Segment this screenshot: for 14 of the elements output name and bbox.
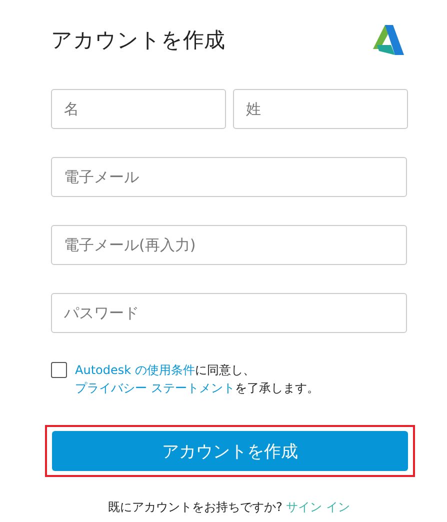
page-title: アカウントを作成 bbox=[51, 27, 225, 54]
footer-text: 既にアカウントをお持ちですか? bbox=[108, 500, 282, 514]
name-field[interactable]: 名 bbox=[51, 89, 226, 129]
input-field[interactable]: 電子メール bbox=[51, 157, 407, 197]
input-field[interactable]: パスワード bbox=[51, 293, 407, 333]
input-field[interactable]: 電子メール(再入力) bbox=[51, 225, 407, 265]
consent-text: Autodesk の使用条件に同意し、 プライバシー ステートメント を了承します。 bbox=[75, 362, 320, 397]
sign-in-link[interactable]: サイン イン bbox=[286, 500, 350, 514]
checkbox[interactable] bbox=[51, 362, 67, 378]
name-field[interactable]: 姓 bbox=[233, 89, 408, 129]
terms-link[interactable]: プライバシー ステートメント bbox=[75, 381, 235, 395]
create-account-button[interactable]: アカウントを作成 bbox=[52, 431, 408, 471]
terms-link[interactable]: Autodesk の使用条件 bbox=[75, 363, 195, 377]
logo-icon bbox=[371, 23, 405, 57]
